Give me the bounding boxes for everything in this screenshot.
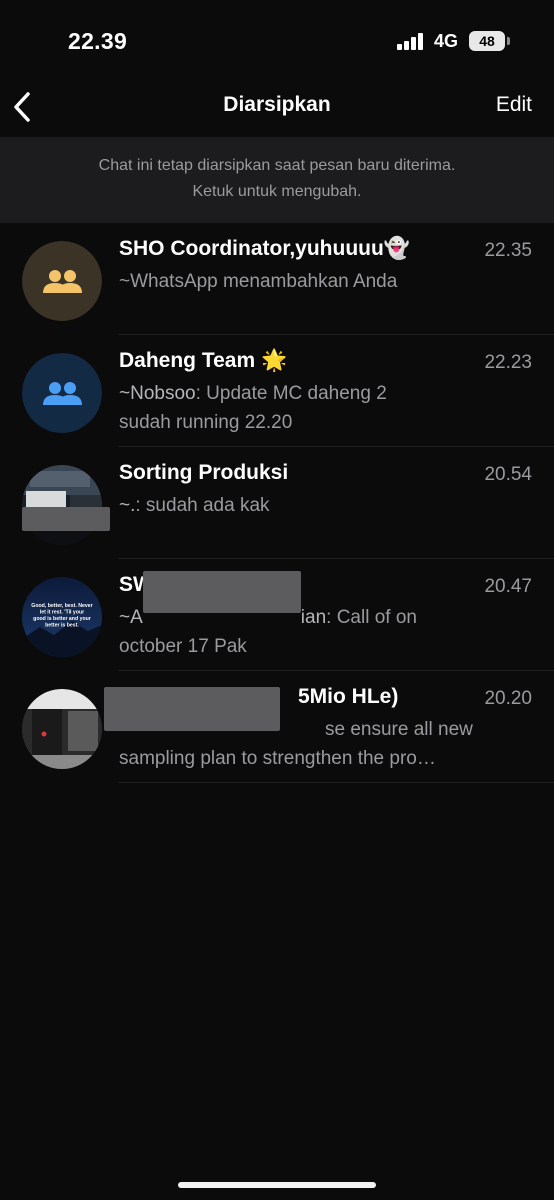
home-indicator bbox=[178, 1182, 376, 1188]
chat-preview: ~WhatsApp menambahkan Anda bbox=[119, 271, 398, 292]
machine-photo-image bbox=[22, 689, 102, 769]
nav-bar: Diarsipkan Edit bbox=[0, 80, 554, 136]
chat-time: 20.47 bbox=[484, 576, 532, 597]
redacted-overlay bbox=[143, 571, 301, 613]
status-time: 22.39 bbox=[68, 28, 128, 54]
chat-name: 5Mio HLe) bbox=[298, 685, 399, 708]
preview-sender-end: ian bbox=[300, 607, 327, 628]
chat-preview: ~Nobsoo: Update MC daheng 2 sudah runnin… bbox=[119, 379, 489, 437]
battery-nub bbox=[507, 37, 510, 45]
notice-line-2: Ketuk untuk mengubah. bbox=[192, 183, 362, 200]
preview-text-line-2: sudah running 22.20 bbox=[119, 412, 293, 433]
preview-sender: ~Nobsoo bbox=[119, 383, 196, 404]
redacted-overlay bbox=[104, 687, 280, 731]
chat-avatar-quote: Good, better, best. Never let it rest. 'T… bbox=[22, 577, 102, 657]
preview-text: : sudah ada kak bbox=[135, 495, 270, 516]
chat-list: SHO Coordinator,yuhuuuu👻 22.35 ~WhatsApp… bbox=[0, 223, 554, 783]
page-title: Diarsipkan bbox=[223, 93, 331, 116]
group-icon bbox=[22, 353, 102, 433]
chat-time: 22.35 bbox=[484, 240, 532, 261]
quote-image: Good, better, best. Never let it rest. 'T… bbox=[22, 577, 102, 657]
chat-name: Daheng Team 🌟 bbox=[119, 349, 288, 372]
chat-name: SHO Coordinator,yuhuuuu👻 bbox=[119, 237, 410, 260]
chat-row-sorting-produksi[interactable]: Sorting Produksi 20.54 ~.: sudah ada kak bbox=[0, 447, 554, 559]
chat-avatar-photo bbox=[22, 689, 102, 769]
chat-time: 22.23 bbox=[484, 352, 532, 373]
redacted-overlay bbox=[22, 507, 110, 531]
signal-icon bbox=[397, 33, 425, 50]
network-type: 4G bbox=[434, 31, 459, 51]
chat-avatar-photo bbox=[22, 465, 102, 545]
edit-button[interactable]: Edit bbox=[496, 93, 532, 117]
chat-time: 20.54 bbox=[484, 464, 532, 485]
preview-sender: ~. bbox=[119, 495, 136, 516]
chat-row-sho-coordinator[interactable]: SHO Coordinator,yuhuuuu👻 22.35 ~WhatsApp… bbox=[0, 223, 554, 335]
status-bar: 22.39 4G 48 bbox=[0, 0, 554, 80]
group-icon bbox=[22, 241, 102, 321]
archive-notice-banner[interactable]: Chat ini tetap diarsipkan saat pesan bar… bbox=[0, 137, 554, 223]
preview-text: : Call of on bbox=[326, 607, 417, 628]
chat-name: Sorting Produksi bbox=[119, 461, 289, 484]
chat-row-daheng-team[interactable]: Daheng Team 🌟 22.23 ~Nobsoo: Update MC d… bbox=[0, 335, 554, 447]
group-avatar bbox=[22, 241, 102, 321]
battery-icon: 48 bbox=[469, 31, 505, 51]
chat-preview: ~.: sudah ada kak bbox=[119, 491, 489, 520]
group-avatar bbox=[22, 353, 102, 433]
chat-row-5mio-hle[interactable]: 5Mio HLe) 20.20 se ensure all new sampli… bbox=[0, 671, 554, 783]
preview-sender-start: ~A bbox=[119, 607, 143, 628]
chat-row-swat-team[interactable]: Good, better, best. Never let it rest. 'T… bbox=[0, 559, 554, 671]
preview-text-line-2: sampling plan to strengthen the pro… bbox=[119, 748, 436, 769]
preview-text: : Update MC daheng 2 bbox=[195, 383, 387, 404]
row-divider bbox=[118, 782, 554, 783]
office-photo-image bbox=[22, 465, 102, 545]
preview-text-line-2: october 17 Pak bbox=[119, 636, 247, 657]
chat-time: 20.20 bbox=[484, 688, 532, 709]
notice-line-1: Chat ini tetap diarsipkan saat pesan bar… bbox=[98, 157, 456, 174]
